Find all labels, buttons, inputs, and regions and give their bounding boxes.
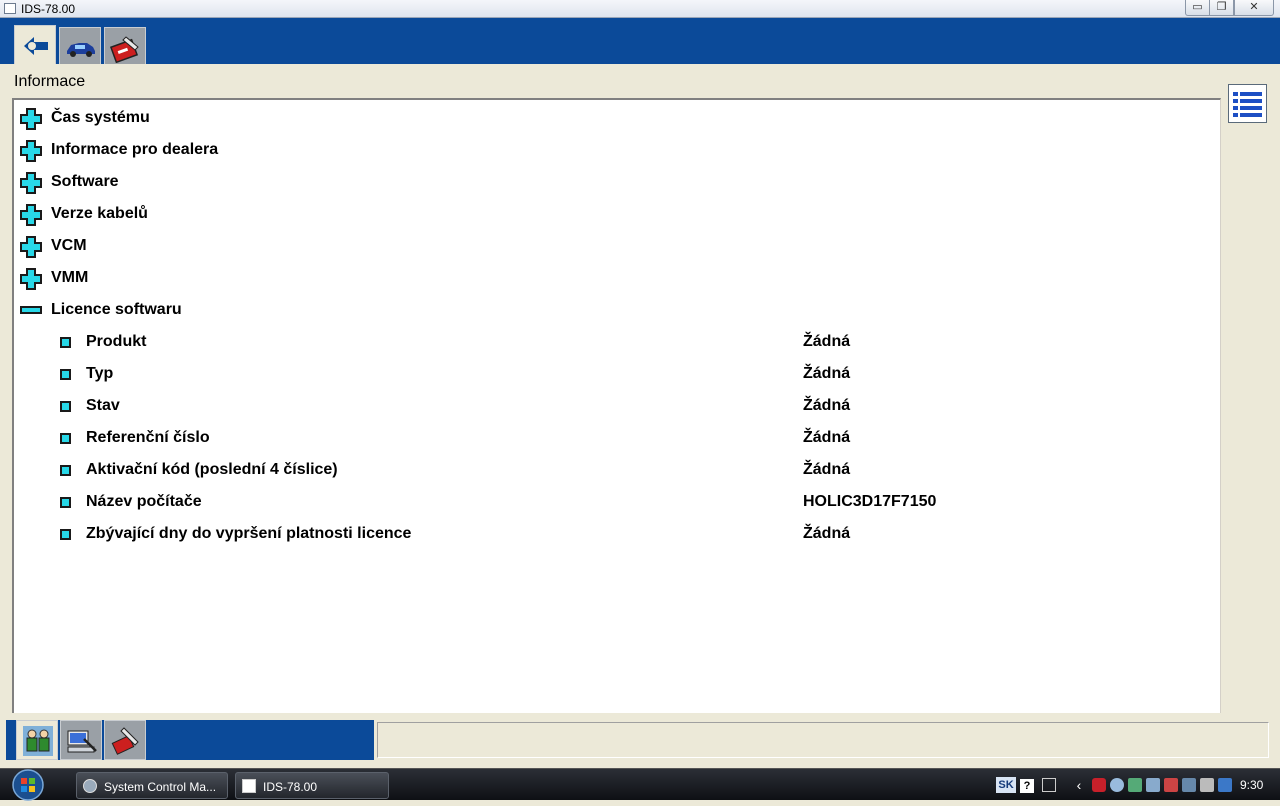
expand-icon[interactable] [20, 108, 42, 130]
bluetooth-icon[interactable] [1128, 778, 1142, 792]
computer-tools-icon [67, 730, 97, 753]
tree-group[interactable]: Software [14, 166, 1214, 198]
tab-vehicle[interactable] [59, 27, 101, 64]
licence-item-label: Zbývající dny do vypršení platnosti lice… [86, 525, 412, 542]
licence-item-value: Žádná [803, 397, 851, 414]
licence-item-value: Žádná [803, 525, 851, 542]
clock: 9:30 [1240, 778, 1264, 792]
licence-item-label: Referenční číslo [86, 429, 210, 446]
tab-computer-tools[interactable] [60, 720, 102, 760]
bullet-icon [60, 497, 71, 508]
taskbar-button-system-control[interactable]: System Control Ma... [76, 772, 228, 799]
window-icon [242, 779, 256, 793]
bullet-icon [60, 465, 71, 476]
tree-group-label: Informace pro dealera [51, 141, 219, 158]
tree-group-label: VCM [51, 237, 87, 254]
tree-group-label: Čas systému [51, 109, 150, 126]
licence-item-row: Referenční číslo Žádná [14, 422, 1214, 454]
licence-item-value: Žádná [803, 461, 851, 478]
tree-group[interactable]: VCM [14, 230, 1214, 262]
search-icon[interactable] [1110, 778, 1124, 792]
bullet-icon [60, 401, 71, 412]
bottom-bar [0, 716, 1280, 762]
windows-orb-icon [12, 769, 44, 801]
volume-icon[interactable] [1200, 778, 1214, 792]
licence-item-row: Typ Žádná [14, 358, 1214, 390]
close-button[interactable]: ✕ [1234, 0, 1274, 16]
minimize-button[interactable]: ▭ [1185, 0, 1210, 16]
taskbar: System Control Ma... IDS-78.00 SK ? ‹ 9:… [0, 768, 1280, 801]
collapse-icon[interactable] [20, 306, 42, 314]
tree-group[interactable]: Čas systému [14, 102, 1214, 134]
licence-item-label: Typ [86, 365, 114, 382]
window-title: IDS-78.00 [21, 2, 76, 16]
expand-icon[interactable] [20, 204, 42, 226]
bottom-toolbar [6, 720, 374, 760]
status-field [377, 722, 1269, 758]
info-tree-panel: Čas systému Informace pro dealera Software… [12, 98, 1221, 713]
licence-item-label: Aktivační kód (poslední 4 číslice) [86, 461, 338, 478]
tree-group-label: Licence softwaru [51, 301, 182, 318]
licence-item-label: Název počítače [86, 493, 202, 510]
tab-tools[interactable] [104, 720, 146, 760]
network-error-icon[interactable] [1164, 778, 1178, 792]
network-2-icon[interactable] [1182, 778, 1196, 792]
tree-group[interactable]: Verze kabelů [14, 198, 1214, 230]
licence-item-value: Žádná [803, 333, 851, 350]
restore-button[interactable]: ❐ [1209, 0, 1234, 16]
tree-group-label: VMM [51, 269, 89, 286]
list-icon [1233, 92, 1262, 117]
antivirus-shield-icon[interactable] [1092, 778, 1106, 792]
licence-item-row: Název počítače HOLIC3D17F7150 [14, 486, 1214, 518]
licence-item-value: Žádná [803, 365, 851, 382]
car-icon [67, 43, 95, 57]
back-arrow-icon [24, 37, 48, 55]
settings-icon [83, 779, 97, 793]
expand-icon[interactable] [20, 236, 42, 258]
taskbar-button-ids[interactable]: IDS-78.00 [235, 772, 389, 799]
window-switch-icon[interactable] [1042, 778, 1056, 792]
top-toolbar [0, 18, 1280, 64]
licence-item-row: Produkt Žádná [14, 326, 1214, 358]
licence-item-row: Stav Žádná [14, 390, 1214, 422]
licence-item-value: HOLIC3D17F7150 [803, 493, 937, 510]
app-icon [4, 3, 16, 14]
start-button[interactable] [8, 769, 48, 801]
taskbar-button-label: System Control Ma... [104, 780, 217, 794]
title-bar: IDS-78.00 ▭ ❐ ✕ [0, 0, 1280, 18]
show-hidden-icons-chevron[interactable]: ‹ [1072, 778, 1086, 792]
tab-back[interactable] [14, 25, 56, 64]
people-icon [23, 726, 53, 756]
section-title: Informace [14, 73, 86, 90]
expand-icon[interactable] [20, 268, 42, 290]
licence-item-row: Zbývající dny do vypršení platnosti lice… [14, 518, 1214, 550]
licence-item-value: Žádná [803, 429, 851, 446]
expand-icon[interactable] [20, 140, 42, 162]
bullet-icon [60, 529, 71, 540]
network-icon[interactable] [1146, 778, 1160, 792]
bullet-icon [60, 337, 71, 348]
bullet-icon [60, 369, 71, 380]
licence-item-label: Produkt [86, 333, 147, 350]
expand-icon[interactable] [20, 172, 42, 194]
list-view-button[interactable] [1228, 84, 1267, 123]
tab-toolbox[interactable] [104, 27, 146, 64]
tab-people[interactable] [16, 720, 58, 760]
toolbox-icon [110, 36, 139, 63]
taskbar-button-label: IDS-78.00 [263, 780, 318, 794]
tree-group[interactable]: VMM [14, 262, 1214, 294]
tree-group-licence[interactable]: Licence softwaru [14, 294, 1214, 326]
help-icon[interactable]: ? [1020, 779, 1034, 793]
licence-item-label: Stav [86, 397, 120, 414]
tools-icon [111, 727, 139, 755]
licence-item-row: Aktivační kód (poslední 4 číslice) Žádná [14, 454, 1214, 486]
tree-group-label: Software [51, 173, 119, 190]
tree-group[interactable]: Informace pro dealera [14, 134, 1214, 166]
bullet-icon [60, 433, 71, 444]
language-indicator[interactable]: SK [996, 777, 1016, 793]
display-icon[interactable] [1218, 778, 1232, 792]
tree-group-label: Verze kabelů [51, 205, 148, 222]
